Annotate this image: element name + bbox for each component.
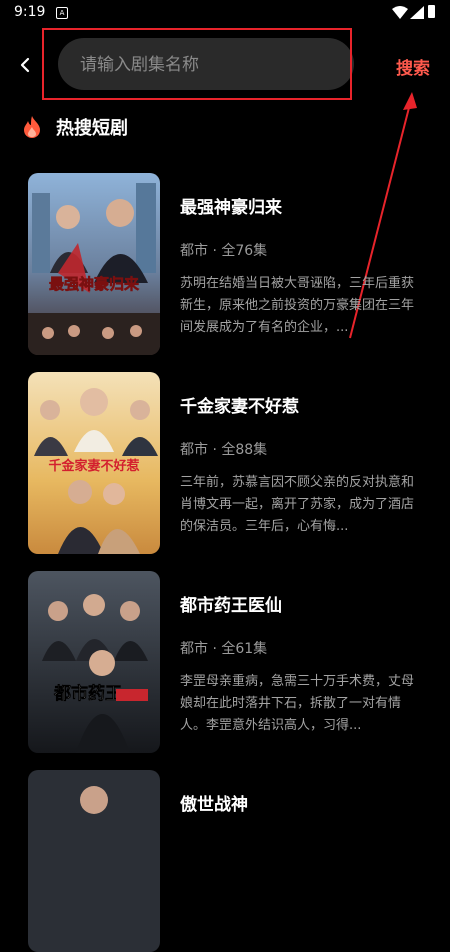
drama-poster[interactable]: 最强神豪归来 xyxy=(28,173,160,355)
search-button[interactable]: 搜索 xyxy=(396,54,430,79)
drama-title[interactable]: 千金家妻不好惹 xyxy=(180,392,299,417)
battery-icon xyxy=(428,5,435,18)
search-input[interactable] xyxy=(78,38,342,92)
poster-caption: 千金家妻不好惹 xyxy=(48,458,139,474)
section-title: 热搜短剧 xyxy=(56,118,128,139)
drama-poster[interactable]: 千金家妻不好惹 xyxy=(28,372,160,554)
drama-list-item[interactable]: 都市药王 都市药王医仙 都市 · 全61集 李罡母亲重病，急需三十万手术费，丈母… xyxy=(28,571,428,753)
drama-title[interactable]: 都市药王医仙 xyxy=(180,591,282,616)
signal-icon xyxy=(410,6,424,19)
fire-icon xyxy=(24,116,40,138)
drama-poster[interactable] xyxy=(28,770,160,952)
drama-description: 苏明在结婚当日被大哥诬陷，三年后重获新生，原来他之前投资的万豪集团在三年间发展成… xyxy=(180,276,415,335)
search-field[interactable] xyxy=(58,38,354,92)
status-time: 9:19 xyxy=(14,4,46,20)
wifi-icon xyxy=(392,6,408,19)
drama-meta: 都市 · 全88集 xyxy=(180,442,268,458)
drama-description: 李罡母亲重病，急需三十万手术费，丈母娘却在此时落井下石，拆散了一对有情人。李罡意… xyxy=(180,674,415,733)
back-arrow-icon[interactable] xyxy=(18,56,32,74)
drama-list-item[interactable]: 傲世战神 xyxy=(28,770,428,952)
drama-list-item[interactable]: 最强神豪归来 最强神豪归来 都市 · 全76集 苏明在结婚当日被大哥诬陷，三年后… xyxy=(28,173,428,355)
drama-poster[interactable]: 都市药王 xyxy=(28,571,160,753)
poster-caption: 都市药王 xyxy=(53,683,122,704)
drama-meta: 都市 · 全61集 xyxy=(180,641,268,657)
poster-caption: 最强神豪归来 xyxy=(49,275,140,293)
status-bar: 9:19 A xyxy=(0,0,450,26)
drama-description: 三年前，苏慕言因不顾父亲的反对执意和肖博文再一起，离开了苏家，成为了酒店的保洁员… xyxy=(180,475,415,534)
drama-title[interactable]: 傲世战神 xyxy=(180,790,248,815)
drama-list-item[interactable]: 千金家妻不好惹 千金家妻不好惹 都市 · 全88集 三年前，苏慕言因不顾父亲的反… xyxy=(28,372,428,554)
notification-icon: A xyxy=(56,7,68,19)
drama-title[interactable]: 最强神豪归来 xyxy=(180,193,282,218)
drama-meta: 都市 · 全76集 xyxy=(180,243,268,259)
